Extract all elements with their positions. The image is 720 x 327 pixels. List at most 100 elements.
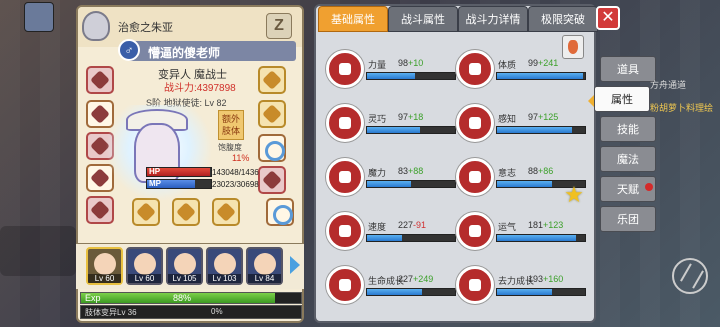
stat-bonus: +160 [543,274,564,284]
stat-4[interactable]: 魔力 83+88 [326,158,458,202]
stat-name: 运气 [498,222,517,232]
satiety-label: 饱腹度 [218,143,242,152]
stat-3[interactable]: 感知 97+125 [456,104,588,148]
stat-name: 力量 [368,60,387,70]
party-member-face [134,253,156,275]
stat-bonus: +10 [408,58,424,68]
player-avatar[interactable] [24,2,54,32]
stat-bar [366,288,456,296]
mutation-percent: 0% [211,307,223,316]
stat-0[interactable]: 力量 98+10 [326,50,458,94]
stat-value: 83+88 [398,166,423,176]
stat-bar [366,180,456,188]
side-tab-2[interactable]: 技能 [600,116,656,142]
stat-name: 体质 [498,60,517,70]
stat-base: 98 [398,58,409,68]
stat-bar-fill [367,181,411,187]
stat-value: 97+18 [398,112,423,122]
mutation-bar: 肢体变异Lv 36 0% [80,305,302,319]
equip-slot-wings[interactable] [258,66,286,94]
stat-bonus: +86 [538,166,554,176]
stat-bonus: +18 [408,112,424,122]
weapon-slot-1[interactable] [132,198,160,226]
exp-label: Exp [85,293,101,303]
equip-slot-ring[interactable] [258,134,286,162]
stat-bar [366,126,456,134]
stat-8[interactable]: 生命成长 227+249 [326,266,458,310]
guild-crest-icon [82,11,110,41]
stat-bar-fill [497,235,577,241]
equip-slot-shoulder[interactable] [258,100,286,128]
stat-2[interactable]: 灵巧 97+18 [326,104,458,148]
rank-badge-icon[interactable]: Z [266,13,292,39]
stat-bonus: +123 [543,220,564,230]
stat-base: 97 [528,112,539,122]
gender-icon: ♂ [118,39,140,61]
party-member[interactable]: Lv 105 [166,247,203,285]
map-label-ark: 方舟通道 [650,80,687,90]
stat-base: 227 [398,274,414,284]
stat-icon [326,212,364,250]
stat-bar [366,72,456,80]
map-widget[interactable] [0,226,76,276]
stat-icon [326,50,364,88]
party-member[interactable]: Lv 60 [86,247,123,285]
exp-percent: 88% [173,293,192,303]
equip-slot-helmet[interactable] [86,66,114,94]
stat-icon [326,266,364,304]
stat-value: 227+249 [398,274,433,284]
stat-icon [456,158,494,196]
stat-bar [366,234,456,242]
side-tab-pointer-icon [588,95,594,107]
stat-value: 97+125 [528,112,558,122]
stat-base: 227 [398,220,414,230]
tab-1[interactable]: 战斗属性 [388,6,458,32]
mutation-label: 肢体变异Lv 36 [85,308,137,317]
weapon-slot-2[interactable] [172,198,200,226]
side-tab-3[interactable]: 魔法 [600,146,656,172]
navigation-icon[interactable] [672,258,708,294]
star-icon[interactable]: ★ [562,184,586,206]
stat-1[interactable]: 体质 99+241 [456,50,588,94]
party-member[interactable]: Lv 103 [206,247,243,285]
equip-slot-gloves[interactable] [258,166,286,194]
stat-6[interactable]: 速度 227-91 [326,212,458,256]
tab-2[interactable]: 战斗力详情 [458,6,528,32]
stat-bar [496,126,586,134]
stat-base: 97 [398,112,409,122]
party-member[interactable]: Lv 84 [246,247,283,285]
equip-slot-accessory[interactable] [86,196,114,224]
stat-icon [456,50,494,88]
stat-7[interactable]: 运气 181+123 [456,212,588,256]
stat-bar-fill [497,181,552,187]
party-member-face [254,253,276,275]
stat-icon [326,158,364,196]
side-tab-0[interactable]: 道具 [600,56,656,82]
tab-3[interactable]: 极限突破 [528,6,598,32]
stat-name: 魔力 [368,168,387,178]
map-label-food: 粉胡萝卜料理绘 [650,103,714,113]
stat-bar [496,72,586,80]
side-tab-1[interactable]: 属性 [594,86,650,112]
combat-power: 战斗力:4397898 [164,83,236,94]
party-member-level: Lv 103 [208,274,241,283]
side-tab-5[interactable]: 乐团 [600,206,656,232]
tab-0[interactable]: 基础属性 [318,6,388,32]
stat-name: 灵巧 [368,114,387,124]
mp-bar: MP [146,179,212,189]
stat-bar [496,234,586,242]
stat-bonus: +249 [413,274,434,284]
close-icon[interactable]: ✕ [596,6,620,30]
party-member-level: Lv 60 [128,274,161,283]
stat-name: 意志 [498,168,517,178]
party-member[interactable]: Lv 60 [126,247,163,285]
extra-limb-tag[interactable]: 额外肢体 [218,110,244,140]
equip-slot-ring2[interactable] [266,198,294,226]
stat-name: 速度 [368,222,387,232]
weapon-slot-3[interactable] [212,198,240,226]
stat-value: 99+241 [528,58,558,68]
stat-9[interactable]: 去力成长 193+160 [456,266,588,310]
party-next-icon[interactable] [290,256,300,274]
stat-icon [456,104,494,142]
hp-value: 143048/1436 [212,168,259,177]
